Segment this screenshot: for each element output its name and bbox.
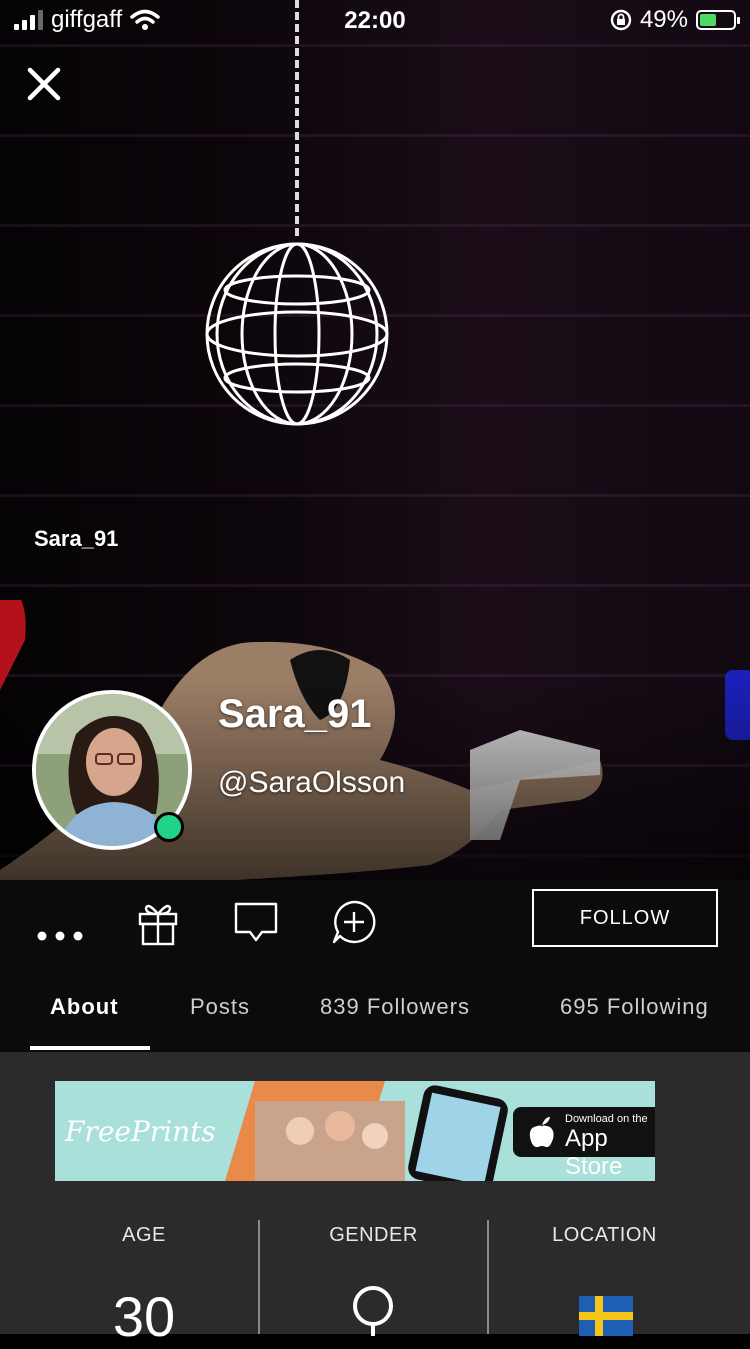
apple-icon: [529, 1117, 554, 1148]
app-store-big-text: App Store: [565, 1125, 623, 1180]
profile-handle: @SaraOlsson: [218, 766, 406, 799]
more-icon[interactable]: [36, 898, 84, 946]
add-chat-icon[interactable]: [330, 898, 378, 946]
close-icon[interactable]: [24, 64, 64, 104]
follow-button[interactable]: FOLLOW: [532, 889, 718, 947]
profile-display-name: Sara_91: [218, 692, 372, 736]
battery-percent: 49%: [639, 6, 688, 33]
online-status-indicator: [154, 812, 184, 842]
scene-username-label: Sara_91: [34, 526, 119, 551]
app-store-badge: Download on the App Store: [513, 1107, 655, 1180]
app-store-small-text: Download on the: [565, 1113, 648, 1125]
ad-banner[interactable]: FreePrints Download on the App Store: [55, 1081, 655, 1181]
active-tab-indicator: [30, 1046, 150, 1050]
gender-label: GENDER: [329, 1224, 418, 1246]
stat-age: AGE 30: [30, 1220, 258, 1348]
age-value: 30: [112, 1285, 176, 1348]
about-section: FreePrints Download on the App Store AGE…: [0, 1052, 750, 1348]
gift-icon[interactable]: [134, 898, 182, 946]
tab-following[interactable]: 695 Following: [560, 994, 709, 1020]
battery-icon: [696, 10, 740, 30]
status-bar: giffgaff 22:00 49%: [0, 0, 750, 42]
tab-about[interactable]: About: [50, 994, 119, 1020]
female-icon: [353, 1286, 393, 1336]
tab-posts[interactable]: Posts: [190, 994, 250, 1020]
stat-location: LOCATION: [489, 1220, 720, 1336]
battery-fill: [700, 14, 716, 26]
location-label: LOCATION: [552, 1224, 657, 1246]
age-label: AGE: [122, 1224, 166, 1246]
tab-followers[interactable]: 839 Followers: [320, 994, 470, 1020]
orientation-lock-icon: [610, 9, 632, 31]
profile-stats: AGE 30 GENDER LOCATION: [0, 1220, 750, 1348]
status-right: 49%: [610, 6, 740, 34]
sweden-flag-icon: [579, 1296, 633, 1336]
profile-tabs: About Posts 839 Followers 695 Following: [0, 960, 750, 1052]
stat-gender: GENDER: [260, 1220, 487, 1336]
message-icon[interactable]: [232, 898, 280, 946]
profile-action-bar: FOLLOW: [0, 880, 750, 960]
